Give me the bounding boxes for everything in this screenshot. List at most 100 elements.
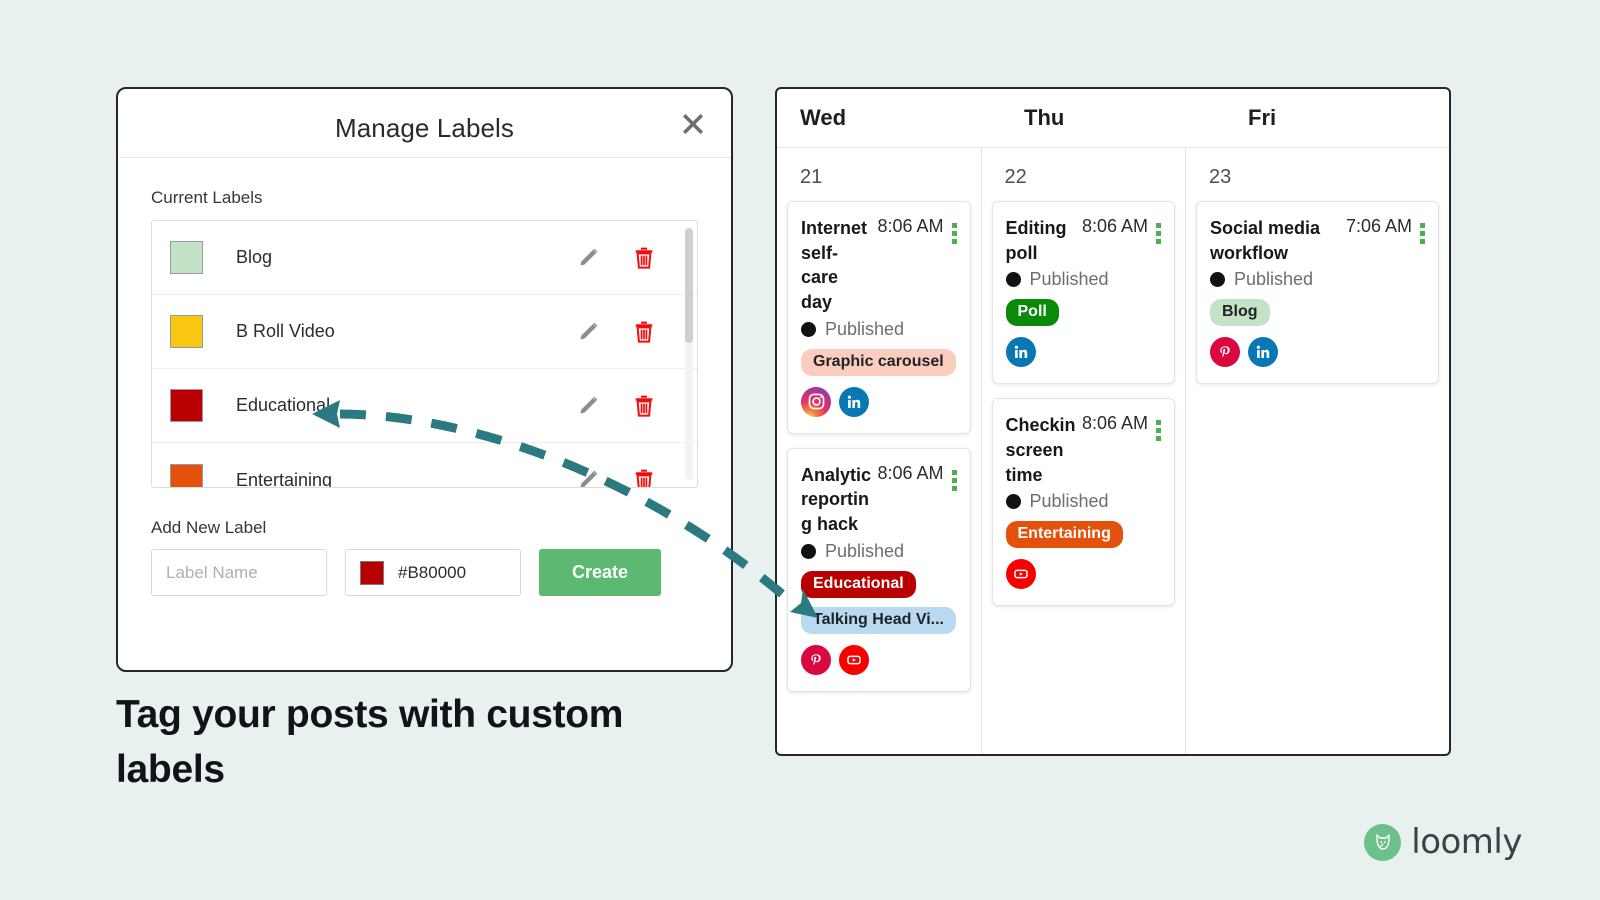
post-card-header: Social media workflow 7:06 AM [1210, 216, 1425, 265]
post-card[interactable]: Social media workflow 7:06 AM Published … [1196, 201, 1439, 385]
labels-scroll-area: Blog B Roll Video Educational Entertaini… [152, 221, 697, 487]
calendar-panel: Wed Thu Fri 21 Internet self-care day 8:06… [775, 87, 1451, 756]
calendar-column-fri: 23 Social media workflow 7:06 AM Publish… [1186, 148, 1449, 754]
calendar-weekday-fri: Fri [1248, 105, 1277, 130]
post-status: Published [801, 319, 957, 340]
pencil-icon[interactable] [571, 315, 605, 349]
pencil-icon[interactable] [571, 463, 605, 487]
post-social-icons [801, 386, 957, 417]
post-status: Published [1210, 269, 1425, 290]
kebab-menu-icon[interactable] [1156, 223, 1161, 244]
label-row: Blog [152, 221, 697, 295]
trash-icon[interactable] [627, 389, 661, 423]
label-row: Entertaining [152, 443, 697, 487]
color-hex-value: #B80000 [398, 562, 467, 582]
post-status-text: Published [825, 318, 905, 339]
post-label-pill[interactable]: Entertaining [1005, 521, 1123, 549]
kebab-menu-icon[interactable] [1156, 420, 1161, 442]
loomly-logo: loomly [1364, 822, 1522, 862]
trash-icon[interactable] [627, 315, 661, 349]
label-color-swatch [170, 315, 203, 348]
labels-scrollbar-thumb[interactable] [685, 228, 693, 343]
post-title: Editing poll [1005, 218, 1067, 263]
status-dot-icon [801, 321, 816, 337]
post-status-text: Published [1029, 491, 1109, 512]
modal-title: Manage Labels [334, 113, 515, 143]
post-time: 8:06 AM [1081, 216, 1148, 236]
post-label-pill[interactable]: Talking Head Vi... [801, 606, 956, 634]
calendar-weekday-wed: Wed [800, 105, 847, 130]
status-dot-icon [1005, 494, 1021, 510]
close-x-icon[interactable] [677, 107, 709, 139]
post-time: 8:06 AM [1081, 413, 1148, 434]
post-card-header: Analytic reporting hack 8:06 AM [801, 463, 957, 537]
post-pills: Poll [1005, 290, 1162, 327]
post-status-text: Published [1029, 269, 1109, 290]
post-card[interactable]: Analytic reporting hack 8:06 AM Publishe… [787, 447, 971, 692]
modal-body: Current Labels Blog B Roll Video Educati… [118, 158, 731, 596]
pencil-icon[interactable] [571, 389, 605, 423]
post-title: Analytic reporting hack [801, 464, 872, 534]
label-row: Educational [152, 369, 697, 443]
calendar-column-wed: 21 Internet self-care day 8:06 AM Publis… [777, 148, 982, 754]
youtube-icon[interactable] [839, 644, 869, 675]
post-label-pill[interactable]: Poll [1005, 299, 1059, 327]
calendar-column-thu: 22 Editing poll 8:06 AM Published Poll C… [982, 148, 1186, 754]
calendar-day-number: 22 [1004, 166, 1027, 188]
calendar-day-number: 21 [800, 166, 823, 188]
post-time: 7:06 AM [1345, 216, 1412, 236]
pencil-icon[interactable] [571, 241, 605, 275]
trash-icon[interactable] [627, 463, 661, 487]
post-label-pill[interactable]: Graphic carousel [801, 348, 956, 376]
kebab-menu-icon[interactable] [951, 469, 957, 491]
current-labels-list: Blog B Roll Video Educational Entertaini… [151, 220, 698, 488]
pinterest-icon[interactable] [801, 644, 831, 675]
pinterest-icon[interactable] [1210, 337, 1240, 368]
label-row: B Roll Video [152, 295, 697, 369]
calendar-columns: 21 Internet self-care day 8:06 AM Publis… [777, 148, 1449, 754]
kebab-menu-icon[interactable] [951, 223, 957, 244]
youtube-icon[interactable] [1005, 559, 1036, 590]
label-name: B Roll Video [236, 321, 335, 341]
calendar-day-number: 23 [1209, 166, 1232, 188]
linkedin-icon[interactable] [839, 386, 869, 417]
kebab-menu-icon[interactable] [1420, 223, 1425, 244]
post-status: Published [801, 541, 957, 562]
manage-labels-modal: Manage Labels Current Labels Blog B Roll… [116, 87, 733, 672]
trash-icon[interactable] [627, 241, 661, 275]
post-card-header: Editing poll 8:06 AM [1005, 216, 1161, 265]
post-card[interactable]: Internet self-care day 8:06 AM Published… [787, 201, 971, 434]
post-title: Social media workflow [1210, 218, 1321, 263]
linkedin-icon[interactable] [1248, 337, 1278, 368]
post-title: Checkin screen time [1005, 415, 1076, 485]
post-status: Published [1005, 269, 1162, 290]
post-status: Published [1005, 491, 1162, 512]
post-title: Internet self-care day [801, 218, 868, 312]
label-color-swatch [170, 463, 203, 487]
label-color-swatch [170, 241, 203, 274]
linkedin-icon[interactable] [1005, 337, 1036, 368]
post-card[interactable]: Checkin screen time 8:06 AM Published En… [991, 398, 1175, 607]
label-name-input[interactable] [151, 549, 327, 596]
create-label-button[interactable]: Create [539, 549, 661, 596]
label-color-picker[interactable]: #B80000 [345, 549, 521, 596]
post-label-pill[interactable]: Blog [1210, 299, 1270, 327]
label-name: Blog [236, 247, 273, 267]
post-social-icons [1005, 337, 1162, 368]
screenshot-root: Manage Labels Current Labels Blog B Roll… [0, 0, 1600, 900]
post-pills: Educational Talking Head Vi... [801, 562, 957, 634]
post-time: 8:06 AM [877, 462, 944, 483]
post-card-header: Internet self-care day 8:06 AM [801, 216, 957, 315]
post-label-pill[interactable]: Educational [801, 570, 916, 598]
current-labels-heading: Current Labels [151, 188, 263, 207]
modal-header: Manage Labels [118, 89, 731, 158]
post-card[interactable]: Editing poll 8:06 AM Published Poll [991, 201, 1175, 385]
label-name: Entertaining [236, 469, 333, 488]
loomly-cat-icon [1364, 823, 1402, 861]
label-name: Educational [236, 395, 331, 415]
instagram-icon[interactable] [801, 386, 831, 417]
post-pills: Entertaining [1005, 512, 1162, 549]
color-swatch-icon [360, 560, 384, 585]
post-time: 8:06 AM [877, 216, 944, 236]
label-color-swatch [170, 389, 203, 422]
